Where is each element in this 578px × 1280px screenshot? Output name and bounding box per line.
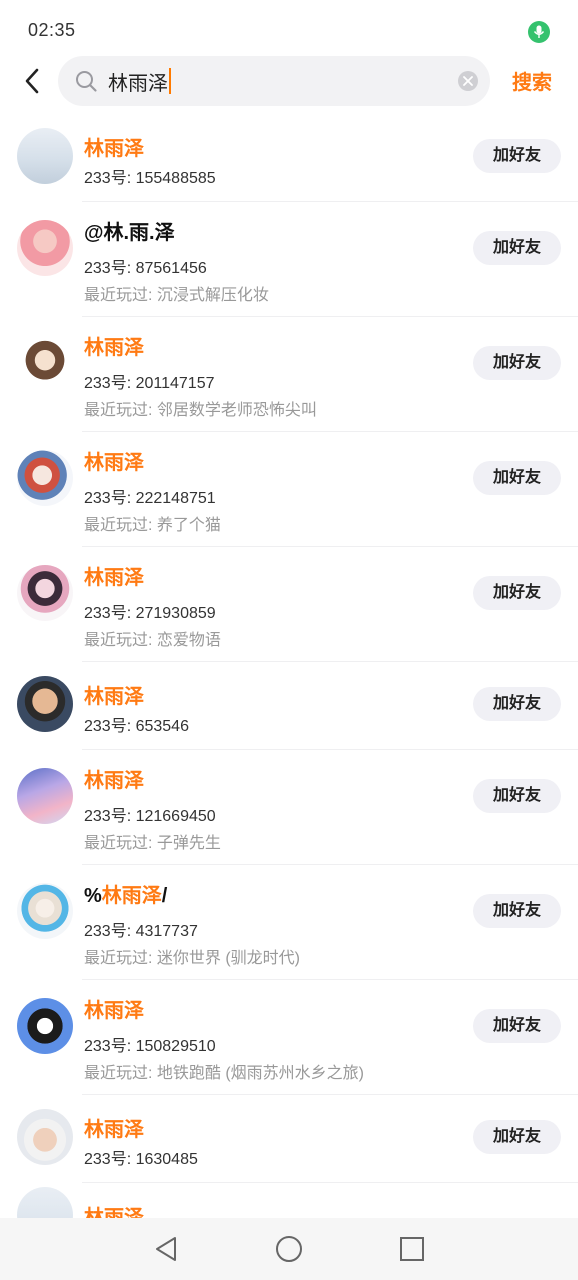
add-friend-button[interactable]: 加好友 [473, 461, 561, 495]
result-row[interactable]: 林雨泽 233号: 271930859 最近玩过: 恋爱物语 加好友 [0, 547, 578, 662]
add-friend-button[interactable]: 加好友 [473, 687, 561, 721]
search-submit-button[interactable]: 搜索 [512, 66, 552, 95]
recently-played: 最近玩过: 沉浸式解压化妆 [84, 287, 269, 304]
name-prefix: % [84, 885, 102, 907]
name-highlight: 林雨泽 [84, 770, 144, 792]
back-button[interactable] [18, 66, 48, 96]
user-id: 233号: 271930859 [84, 605, 216, 622]
add-friend-button[interactable]: 加好友 [473, 346, 561, 380]
name-highlight: 林雨泽 [84, 452, 144, 474]
user-id: 233号: 201147157 [84, 375, 215, 392]
recently-played: 最近玩过: 恋爱物语 [84, 632, 221, 649]
search-results-list: 林雨泽 233号: 155488585 加好友 @林.雨.泽 233号: 8756145… [0, 114, 578, 1243]
avatar[interactable] [17, 998, 73, 1054]
user-id: 233号: 4317737 [84, 923, 198, 940]
result-name: 林雨泽 [84, 1113, 144, 1142]
search-input[interactable]: 林雨泽 [108, 68, 171, 95]
name-prefix: @林.雨.泽 [84, 222, 175, 244]
recently-played: 最近玩过: 子弹先生 [84, 835, 221, 852]
result-row[interactable]: 林雨泽 233号: 155488585 加好友 [0, 114, 578, 202]
result-row[interactable]: 林雨泽 233号: 222148751 最近玩过: 养了个猫 加好友 [0, 432, 578, 547]
status-bar: 02:35 [0, 0, 578, 56]
add-friend-button[interactable]: 加好友 [473, 576, 561, 610]
add-friend-button[interactable]: 加好友 [473, 1009, 561, 1043]
user-id: 233号: 121669450 [84, 808, 216, 825]
result-name: 林雨泽 [84, 561, 144, 590]
square-recents-icon[interactable] [398, 1235, 426, 1263]
result-row[interactable]: 林雨泽 233号: 201147157 最近玩过: 邻居数学老师恐怖尖叫 加好友 [0, 317, 578, 432]
recently-played: 最近玩过: 养了个猫 [84, 517, 221, 534]
avatar[interactable] [17, 450, 73, 506]
user-id: 233号: 653546 [84, 718, 189, 735]
result-name: 林雨泽 [84, 680, 144, 709]
text-caret [169, 68, 171, 94]
avatar[interactable] [17, 676, 73, 732]
triangle-back-icon[interactable] [152, 1235, 180, 1263]
user-id: 233号: 155488585 [84, 170, 216, 187]
back-arrow-icon [25, 68, 39, 94]
result-row[interactable]: 林雨泽 233号: 150829510 最近玩过: 地铁跑酷 (烟雨苏州水乡之旅) 加… [0, 980, 578, 1095]
recently-played: 最近玩过: 地铁跑酷 (烟雨苏州水乡之旅) [84, 1065, 364, 1082]
avatar[interactable] [17, 220, 73, 276]
avatar[interactable] [17, 128, 73, 184]
result-name: %林雨泽/ [84, 879, 167, 908]
name-highlight: 林雨泽 [84, 1000, 144, 1022]
add-friend-button[interactable]: 加好友 [473, 231, 561, 265]
avatar[interactable] [17, 768, 73, 824]
search-bar: 林雨泽 搜索 [0, 56, 578, 112]
result-row[interactable]: 林雨泽 233号: 1630485 加好友 [0, 1095, 578, 1183]
result-row[interactable]: 林雨泽 233号: 653546 加好友 [0, 662, 578, 750]
name-highlight: 林雨泽 [101, 885, 162, 907]
result-name: 林雨泽 [84, 132, 144, 161]
result-name: 林雨泽 [84, 994, 144, 1023]
avatar[interactable] [17, 335, 73, 391]
avatar[interactable] [17, 1109, 73, 1165]
avatar[interactable] [17, 883, 73, 939]
result-row[interactable]: %林雨泽/233号: 4317737 最近玩过: 迷你世界 (驯龙时代) 加好友 [0, 865, 578, 980]
name-highlight: 林雨泽 [84, 686, 144, 708]
user-id: 233号: 222148751 [84, 490, 216, 507]
microphone-icon [528, 21, 550, 43]
add-friend-button[interactable]: 加好友 [473, 779, 561, 813]
clear-search-button[interactable] [458, 71, 478, 91]
result-name: @林.雨.泽 [84, 216, 175, 245]
result-name: 林雨泽 [84, 331, 144, 360]
user-id: 233号: 1630485 [84, 1151, 198, 1168]
search-icon [76, 71, 97, 92]
add-friend-button[interactable]: 加好友 [473, 139, 561, 173]
search-input-value: 林雨泽 [108, 72, 168, 95]
avatar[interactable] [17, 565, 73, 621]
add-friend-button[interactable]: 加好友 [473, 894, 561, 928]
circle-home-icon[interactable] [275, 1235, 303, 1263]
result-name: 林雨泽 [84, 764, 144, 793]
result-row[interactable]: 林雨泽 233号: 121669450 最近玩过: 子弹先生 加好友 [0, 750, 578, 865]
name-highlight: 林雨泽 [84, 337, 144, 359]
recently-played: 最近玩过: 邻居数学老师恐怖尖叫 [84, 402, 317, 419]
user-id: 233号: 87561456 [84, 260, 207, 277]
status-time: 02:35 [28, 20, 76, 40]
name-suffix: / [161, 885, 168, 907]
result-name: 林雨泽 [84, 446, 144, 475]
search-box[interactable]: 林雨泽 [58, 56, 490, 106]
close-icon [463, 76, 473, 86]
system-nav-bar [0, 1218, 578, 1280]
user-id: 233号: 150829510 [84, 1038, 216, 1055]
recently-played: 最近玩过: 迷你世界 (驯龙时代) [84, 950, 300, 967]
result-row[interactable]: @林.雨.泽 233号: 87561456 最近玩过: 沉浸式解压化妆 加好友 [0, 202, 578, 317]
name-highlight: 林雨泽 [84, 1119, 144, 1141]
name-highlight: 林雨泽 [84, 138, 144, 160]
add-friend-button[interactable]: 加好友 [473, 1120, 561, 1154]
name-highlight: 林雨泽 [84, 567, 144, 589]
